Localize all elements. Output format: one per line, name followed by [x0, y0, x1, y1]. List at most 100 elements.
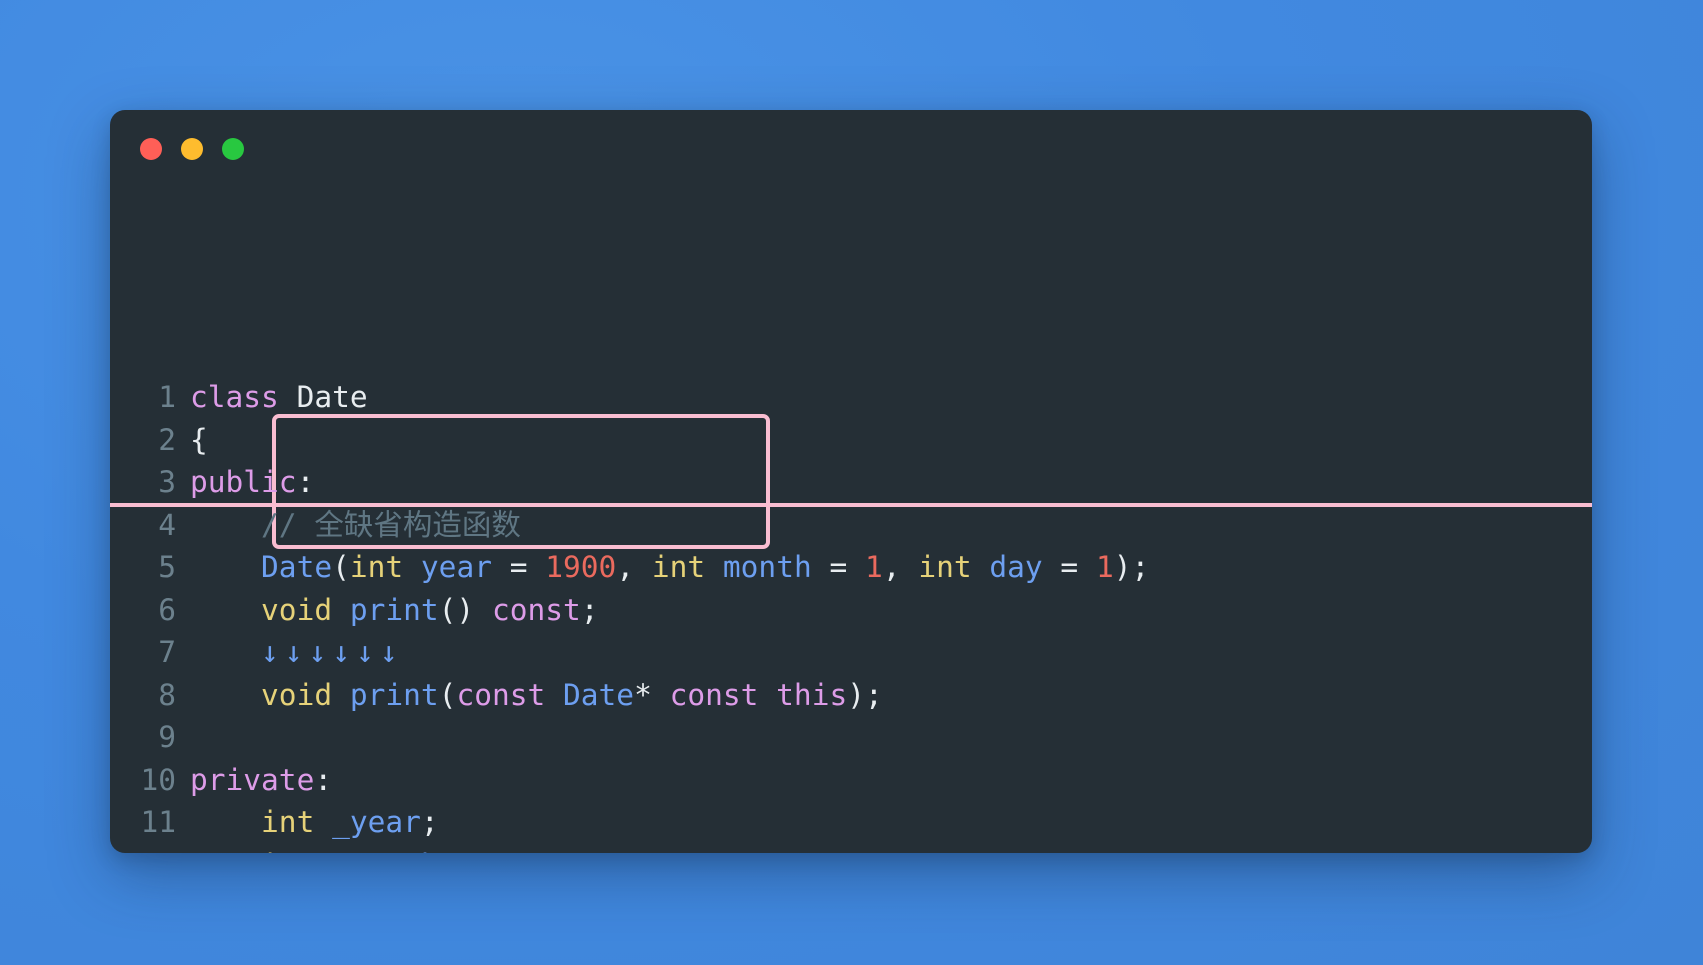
code-token: ; [420, 805, 439, 839]
code-token: , [616, 550, 652, 584]
window-titlebar [140, 138, 244, 160]
code-token: // 全缺省构造函数 [190, 507, 521, 542]
code-token: month [722, 550, 812, 584]
code-line[interactable]: 3 public: [110, 461, 1592, 504]
code-token: public [190, 465, 297, 499]
line-text: void print() const; [190, 589, 599, 632]
code-token: class [190, 380, 279, 414]
code-token: ); [847, 677, 883, 712]
line-number: 12 [110, 844, 190, 854]
code-token: int [261, 805, 315, 839]
code-token: = [1042, 550, 1096, 584]
code-token: year [420, 550, 492, 584]
line-text: private: [190, 759, 332, 802]
maximize-button[interactable] [222, 138, 244, 160]
code-token: ( [332, 550, 350, 584]
code-token: = [491, 550, 546, 584]
line-text: { [190, 419, 208, 462]
line-text: // 全缺省构造函数 [190, 504, 521, 547]
code-window: 1 class Date 2{3 public: 4 // 全缺省构造函数 5 Date(… [110, 110, 1592, 853]
line-number: 3 [158, 465, 176, 499]
code-token: private [190, 762, 315, 797]
code-line[interactable]: 1 class Date [110, 376, 1592, 419]
code-token: int [651, 550, 706, 584]
code-token: , [882, 550, 919, 584]
code-token: 1900 [545, 550, 617, 584]
code-token: int [261, 848, 314, 854]
minimize-button[interactable] [181, 138, 203, 160]
code-token: () [438, 592, 492, 627]
code-token: * [634, 677, 670, 712]
code-token: Date [563, 677, 635, 712]
code-token: int [349, 550, 404, 584]
code-token: const [456, 677, 546, 712]
code-line[interactable]: 11 int _year; [110, 801, 1592, 844]
code-line[interactable]: 8 void print(const Date* const this); [110, 674, 1592, 717]
line-number: 8 [158, 677, 176, 712]
line-number: 1 [158, 380, 176, 414]
close-button[interactable] [140, 138, 162, 160]
code-token: ); [1113, 550, 1150, 584]
code-line[interactable]: 9 [110, 716, 1592, 759]
code-token: _month [332, 848, 439, 854]
code-token: 1 [1095, 550, 1114, 584]
code-token: day [989, 550, 1043, 584]
screenshot-stage: 1 class Date 2{3 public: 4 // 全缺省构造函数 5 Date(… [0, 0, 1703, 965]
code-token: print [349, 677, 439, 712]
code-line[interactable]: 2{ [110, 419, 1592, 462]
code-line[interactable]: 4 // 全缺省构造函数 [110, 504, 1592, 547]
line-text: Date(int year = 1900, int month = 1, int… [190, 546, 1149, 589]
line-number: 2 [158, 422, 176, 457]
code-token: : [314, 762, 333, 797]
code-token: void [261, 592, 333, 627]
code-token: _year [332, 805, 421, 839]
code-token: = [811, 550, 866, 584]
code-token: ( [438, 677, 457, 712]
code-line[interactable]: 7 ↓↓↓↓↓↓ [110, 631, 1592, 674]
line-number: 6 [158, 592, 176, 627]
code-line[interactable]: 6 void print() const; [110, 589, 1592, 632]
code-token: { [190, 422, 208, 457]
line-text: int _year; [190, 801, 439, 844]
code-line[interactable]: 12 int _month; [110, 844, 1592, 854]
code-token: ; [439, 848, 457, 854]
line-text: void print(const Date* const this); [190, 674, 883, 717]
line-number: 11 [140, 805, 176, 839]
line-text: ↓↓↓↓↓↓ [190, 631, 404, 674]
line-text: class Date [190, 376, 368, 419]
code-token: ↓↓↓↓↓↓ [261, 635, 404, 669]
code-token: print [349, 592, 439, 627]
code-token: Date [296, 380, 368, 414]
line-number: 10 [140, 762, 176, 797]
code-line[interactable]: 10 private: [110, 759, 1592, 802]
line-number: 5 [158, 550, 176, 584]
code-token: const [491, 592, 581, 627]
code-editor[interactable]: 1 class Date 2{3 public: 4 // 全缺省构造函数 5 Date(… [110, 206, 1592, 853]
line-number: 7 [158, 635, 176, 669]
code-token: this [776, 677, 848, 712]
line-number: 9 [158, 720, 176, 754]
line-text: int _month; [190, 844, 456, 854]
line-text: public: [190, 461, 314, 504]
code-token: Date [261, 550, 333, 584]
line-number: 4 [158, 507, 176, 542]
code-token: 1 [865, 550, 883, 584]
code-token: void [261, 677, 333, 712]
code-line[interactable]: 5 Date(int year = 1900, int month = 1, i… [110, 546, 1592, 589]
code-token: : [296, 465, 315, 499]
